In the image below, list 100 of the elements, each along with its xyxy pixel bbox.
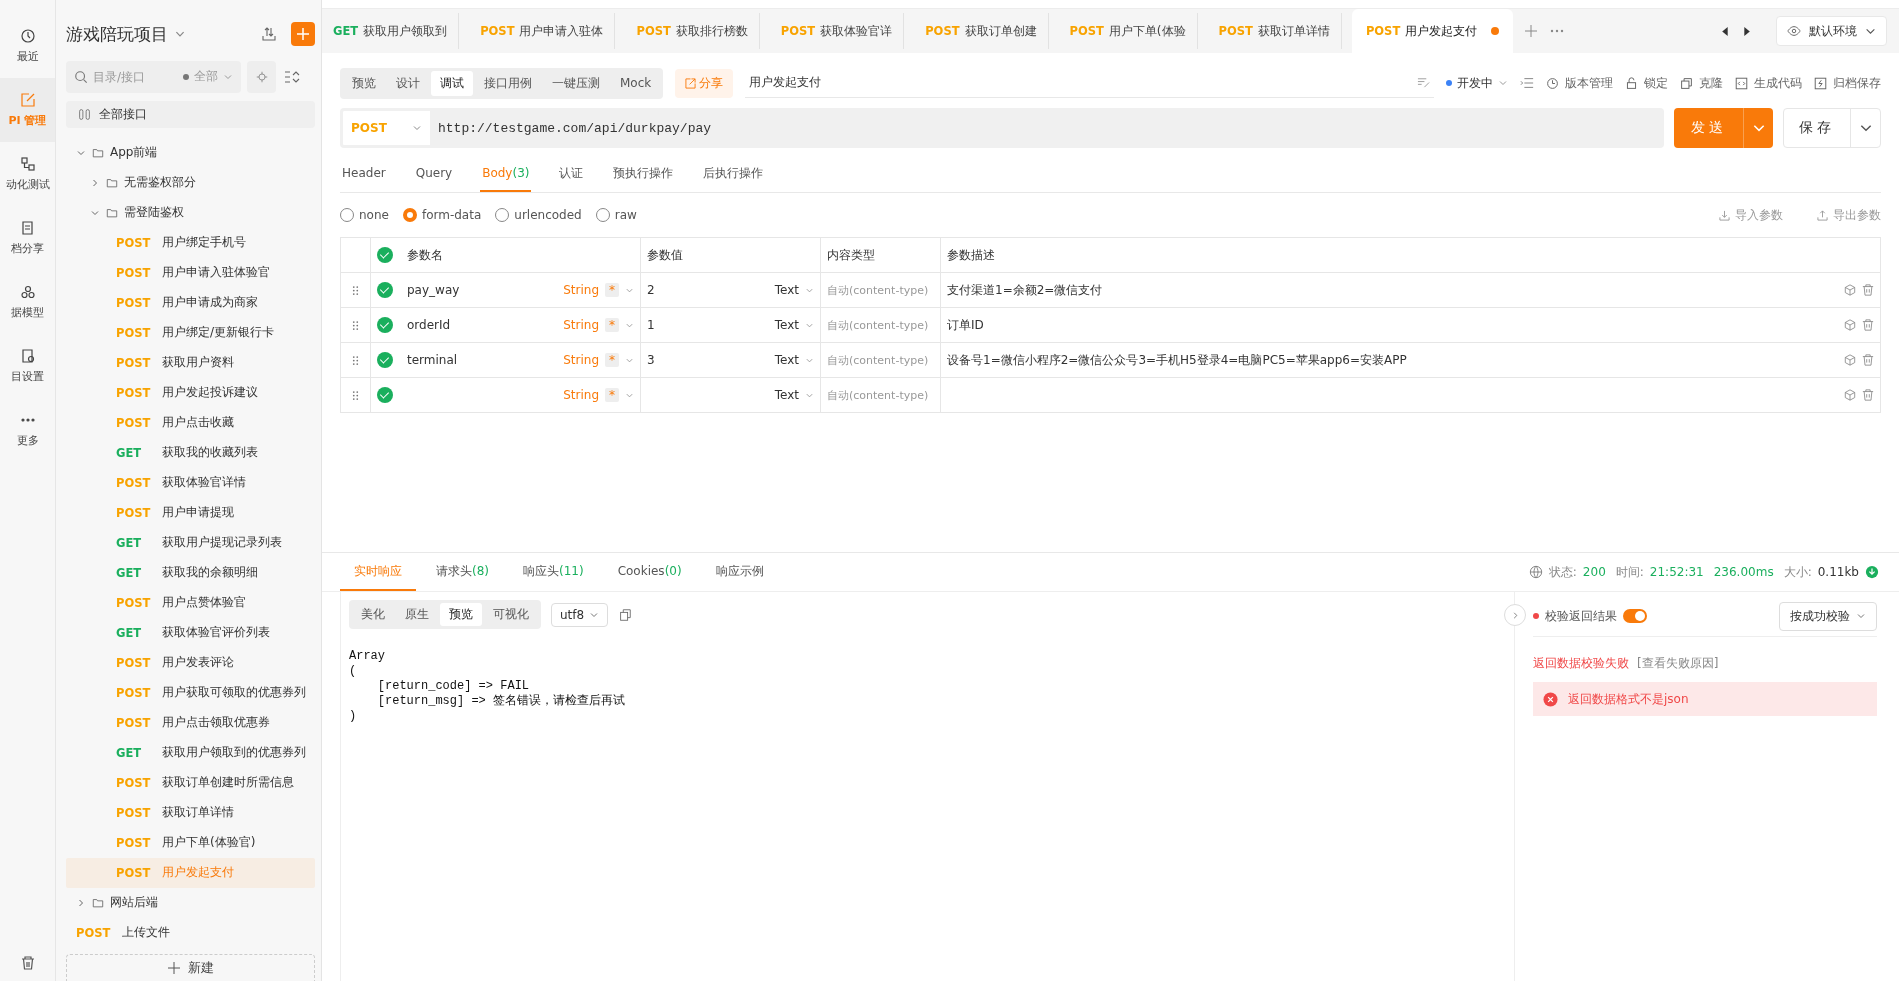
tree-item[interactable]: POST 用户点赞体验官	[66, 587, 315, 618]
param-value[interactable]: 1	[647, 318, 655, 332]
tree-item[interactable]: POST 用户点击领取优惠券	[66, 707, 315, 738]
tree-item[interactable]: GET 获取用户提现记录列表	[66, 527, 315, 558]
mode-tab[interactable]: 调试	[431, 70, 473, 96]
request-section-tab[interactable]: 后执行操作	[701, 156, 766, 192]
mode-tab[interactable]: 设计	[387, 70, 429, 96]
response-tab[interactable]: 响应示例	[701, 553, 778, 591]
tree-item[interactable]: POST 用户申请提现	[66, 497, 315, 528]
body-type-radio[interactable]: form-data	[402, 208, 482, 222]
nav-item[interactable]: 档分享	[0, 206, 55, 270]
cube-icon[interactable]	[1844, 319, 1856, 331]
tree-item[interactable]: POST 用户绑定手机号	[66, 227, 315, 258]
outline-icon[interactable]	[1520, 76, 1534, 90]
select-all-checkbox[interactable]	[377, 247, 393, 263]
trash-icon[interactable]	[1862, 319, 1874, 331]
request-tab[interactable]: POST 获取订单详情	[1207, 13, 1342, 49]
cube-icon[interactable]	[1844, 389, 1856, 401]
validate-mode-select[interactable]: 按成功校验	[1779, 601, 1877, 631]
environment-select[interactable]: 默认环境	[1776, 16, 1887, 46]
request-tab[interactable]: POST 获取订单创建	[914, 13, 1049, 49]
url-field[interactable]: http://testgame.com/api/durkpay/pay	[430, 108, 1664, 148]
right-arrow-icon[interactable]	[1741, 25, 1752, 37]
tree-item[interactable]: POST 用户发起投诉建议	[66, 377, 315, 408]
validate-toggle[interactable]	[1623, 609, 1647, 623]
value-type-select[interactable]: Text	[774, 353, 799, 367]
body-type-radio[interactable]: none	[340, 208, 389, 222]
param-description[interactable]: 设备号1=微信小程序2=微信公众号3=手机H5登录4=电脑PC5=苹果app6=安装APP	[947, 351, 1407, 369]
mode-tab[interactable]: 预览	[343, 70, 385, 96]
status-select[interactable]: 开发中	[1446, 74, 1508, 92]
toolbar-action[interactable]: 生成代码	[1735, 74, 1802, 92]
mode-tab[interactable]: Mock	[611, 70, 661, 96]
nav-item[interactable]: 最近	[0, 14, 55, 78]
tree-item[interactable]: GET 获取用户领取到的优惠券列	[66, 737, 315, 768]
request-tab[interactable]: POST 用户申请入驻体	[469, 13, 616, 49]
param-value[interactable]: 2	[647, 283, 655, 297]
request-tab[interactable]: GET 获取用户领取到	[322, 13, 460, 49]
view-tab[interactable]: 预览	[440, 603, 482, 626]
cube-icon[interactable]	[1844, 354, 1856, 366]
param-name[interactable]: terminal	[407, 353, 458, 367]
value-type-select[interactable]: Text	[774, 318, 799, 332]
tree-item[interactable]: POST 获取订单创建时所需信息	[66, 767, 315, 798]
all-interfaces-item[interactable]: 全部接口	[66, 100, 315, 128]
request-section-tab[interactable]: Header	[340, 156, 388, 192]
tree-item[interactable]: GET 获取我的收藏列表	[66, 437, 315, 468]
nav-item[interactable]: 动化测试	[0, 142, 55, 206]
request-section-tab[interactable]: 预执行操作	[611, 156, 676, 192]
request-tab[interactable]: POST 用户下单(体验	[1058, 13, 1198, 49]
encoding-select[interactable]: utf8	[551, 602, 609, 627]
url-input[interactable]: http://testgame.com/api/durkpay/pay	[430, 119, 1664, 137]
response-tab[interactable]: 请求头(8)	[422, 553, 503, 591]
mode-tab[interactable]: 一键压测	[543, 70, 609, 96]
view-tab[interactable]: 原生	[396, 603, 438, 626]
row-checkbox[interactable]	[377, 282, 393, 298]
tree-item[interactable]: POST 用户申请入驻体验官	[66, 257, 315, 288]
tree-item[interactable]: POST 上传文件	[66, 917, 315, 948]
import-icon[interactable]	[261, 26, 277, 43]
body-type-radio[interactable]: urlencoded	[495, 208, 582, 222]
value-type-select[interactable]: Text	[774, 388, 799, 402]
new-button[interactable]: 新建	[66, 953, 315, 981]
add-tab-icon[interactable]	[1523, 23, 1540, 39]
add-button[interactable]	[291, 22, 315, 47]
copy-icon[interactable]	[618, 607, 633, 622]
view-reason-link[interactable]: [查看失败原因]	[1637, 655, 1719, 672]
mode-tab[interactable]: 接口用例	[475, 70, 541, 96]
view-tab[interactable]: 美化	[352, 603, 394, 626]
toolbar-action[interactable]: 克隆	[1680, 74, 1723, 92]
tree-item[interactable]: POST 用户发表评论	[66, 647, 315, 678]
tree-item[interactable]: 无需鉴权部分	[66, 167, 315, 198]
download-icon[interactable]	[1865, 565, 1879, 579]
tree-item[interactable]: POST 用户下单(体验官)	[66, 827, 315, 858]
tree-item[interactable]: POST 用户点击收藏	[66, 407, 315, 438]
drag-handle-icon[interactable]	[352, 284, 359, 296]
drag-handle-icon[interactable]	[352, 389, 359, 401]
row-checkbox[interactable]	[377, 387, 393, 403]
api-name-field[interactable]: 用户发起支付	[745, 68, 1434, 98]
drag-handle-icon[interactable]	[352, 319, 359, 331]
value-type-select[interactable]: Text	[774, 283, 799, 297]
toolbar-action[interactable]: 版本管理	[1546, 74, 1613, 92]
view-tab[interactable]: 可视化	[484, 603, 538, 626]
param-name[interactable]: orderId	[407, 318, 451, 332]
tree-item[interactable]: GET 获取体验官评价列表	[66, 617, 315, 648]
param-name[interactable]: pay_way	[407, 283, 460, 297]
param-description[interactable]: 支付渠道1=余额2=微信支付	[947, 281, 1103, 299]
cube-icon[interactable]	[1844, 284, 1856, 296]
row-checkbox[interactable]	[377, 352, 393, 368]
drag-handle-icon[interactable]	[352, 354, 359, 366]
toolbar-action[interactable]: 锁定	[1625, 74, 1668, 92]
left-arrow-icon[interactable]	[1720, 25, 1731, 37]
nav-item[interactable]: 目设置	[0, 334, 55, 398]
locate-button[interactable]	[247, 60, 276, 93]
tree-item[interactable]: App前端	[66, 137, 315, 168]
body-type-radio[interactable]: raw	[595, 208, 637, 222]
tree-item[interactable]: POST 获取用户资料	[66, 347, 315, 378]
response-tab[interactable]: 响应头(11)	[509, 553, 598, 591]
request-tab[interactable]: POST 获取排行榜数	[625, 13, 760, 49]
request-section-tab[interactable]: 认证	[557, 156, 586, 192]
tree-item[interactable]: POST 获取体验官详情	[66, 467, 315, 498]
trash-icon[interactable]	[1862, 354, 1874, 366]
param-description[interactable]: 订单ID	[947, 316, 984, 334]
